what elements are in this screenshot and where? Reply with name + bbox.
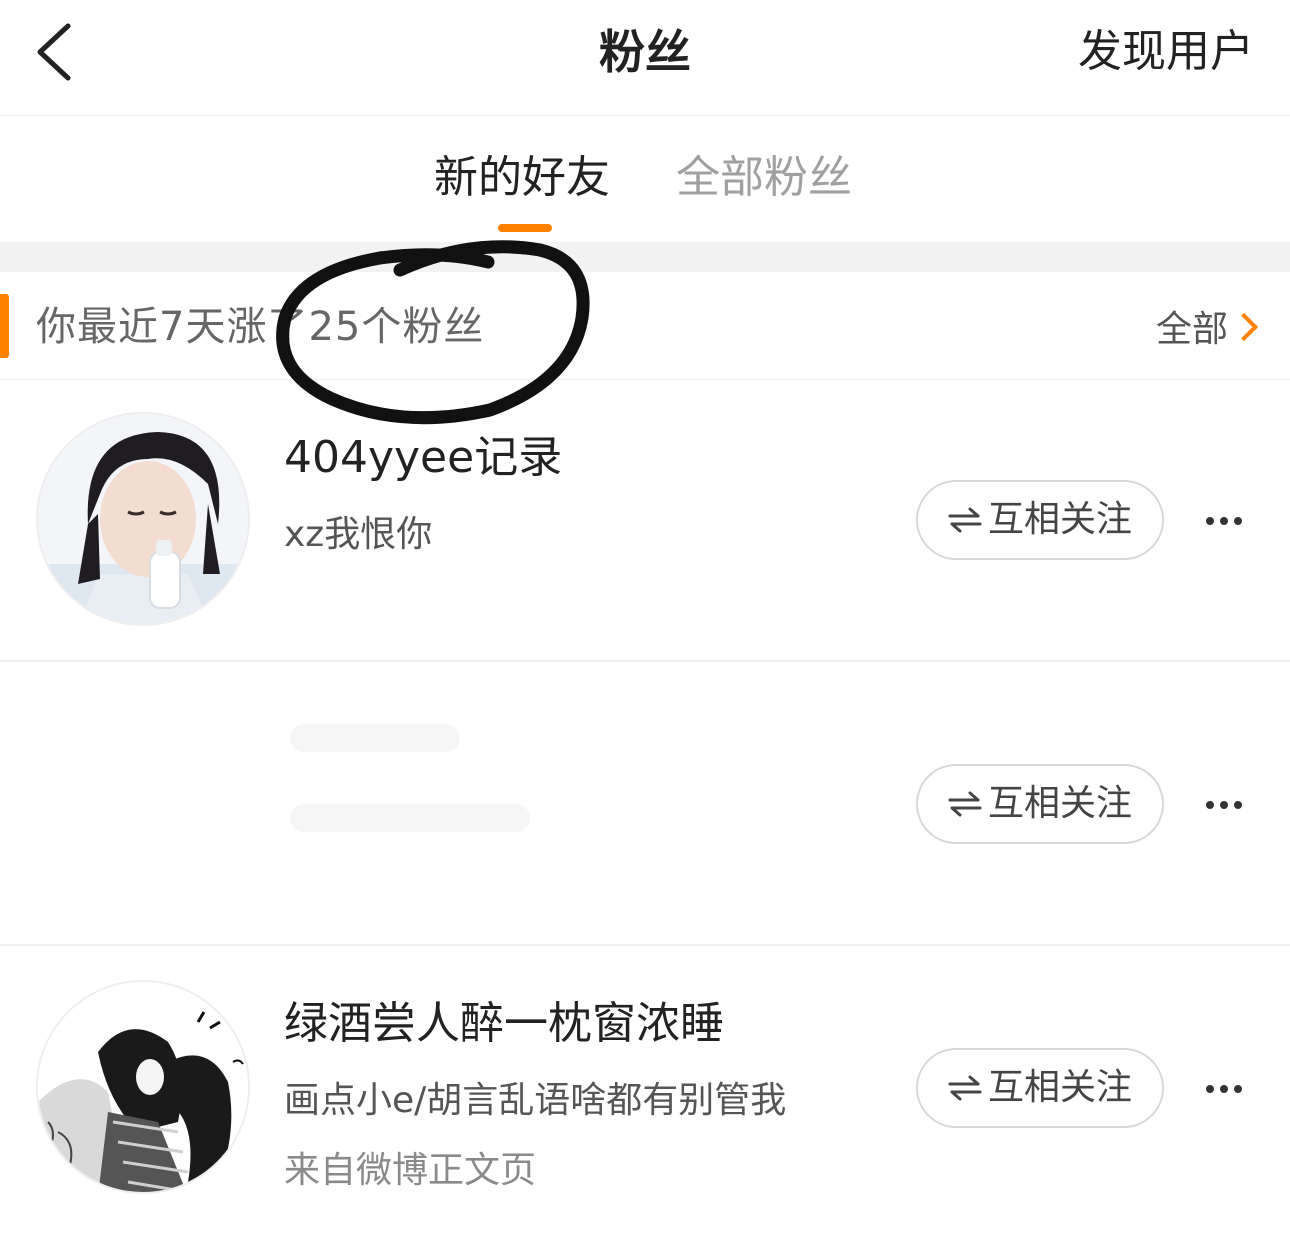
summary-accent-bar [0,294,9,358]
tab-bar: 新的好友 全部粉丝 [0,116,1290,242]
more-options-icon[interactable] [1206,1078,1250,1098]
user-name[interactable]: 404yyee记录 [284,430,562,486]
avatar[interactable] [36,412,250,626]
mutual-arrows-icon [948,1075,982,1101]
user-name[interactable]: 绿酒尝人醉一枕窗浓睡 [284,996,724,1052]
mutual-follow-button[interactable]: 互相关注 [916,480,1164,560]
avatar[interactable] [36,980,250,1194]
list-item[interactable]: 互相关注 [0,664,1290,946]
follow-source: 来自微博正文页 [284,1150,537,1191]
tab-all-fans[interactable]: 全部粉丝 [676,150,852,206]
mutual-arrows-icon [948,791,982,817]
see-all-label: 全部 [1155,309,1228,350]
chevron-right-icon [1229,312,1259,342]
nav-bar: 粉丝 发现用户 [0,0,1290,116]
summary-text: 你最近7天涨了25个粉丝 [36,304,485,350]
tab-new-friends[interactable]: 新的好友 [434,150,610,206]
user-bio: xz我恨你 [284,514,433,555]
discover-users-button[interactable]: 发现用户 [1078,24,1254,80]
mutual-arrows-icon [948,507,982,533]
list-item[interactable]: 404yyee记录 xz我恨你 互相关注 [0,380,1290,662]
fans-summary: 你最近7天涨了25个粉丝 全部 [0,272,1290,380]
list-item[interactable]: 绿酒尝人醉一枕窗浓睡 画点小e/胡言乱语啥都有别管我 来自微博正文页 互相关注 [0,948,1290,1230]
user-bio: 画点小e/胡言乱语啥都有别管我 [284,1080,787,1121]
avatar-manga-icon [38,982,248,1192]
redacted-bio [290,804,530,832]
more-options-icon[interactable] [1206,510,1250,530]
active-tab-indicator [498,224,552,232]
mutual-follow-label: 互相关注 [987,499,1132,540]
redacted-name [290,724,460,752]
mutual-follow-button[interactable]: 互相关注 [916,1048,1164,1128]
avatar-portrait-icon [38,414,248,624]
section-divider [0,242,1290,272]
mutual-follow-label: 互相关注 [987,783,1132,824]
see-all-link[interactable]: 全部 [1155,308,1259,352]
mutual-follow-label: 互相关注 [987,1067,1132,1108]
mutual-follow-button[interactable]: 互相关注 [916,764,1164,844]
more-options-icon[interactable] [1206,794,1250,814]
